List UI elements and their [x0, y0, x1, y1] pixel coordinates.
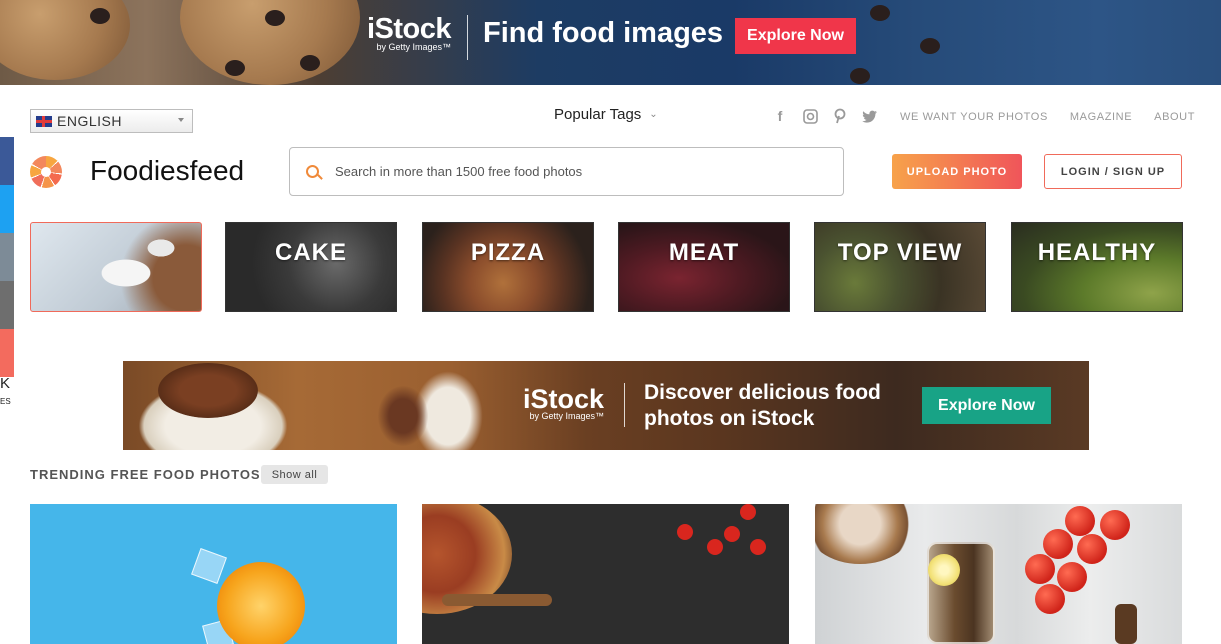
share-facebook-button[interactable] — [0, 137, 14, 185]
orange-slice-decoration — [217, 562, 305, 644]
upload-photo-button[interactable]: UPLOAD PHOTO — [892, 154, 1022, 189]
category-tile-top-view[interactable]: TOP VIEW — [814, 222, 986, 312]
istock-brand: iStock — [367, 13, 452, 45]
foodiesfeed-logo-icon[interactable] — [30, 156, 62, 188]
side-partial-text: K — [0, 375, 11, 392]
top-nav-links: WE WANT YOUR PHOTOS MAGAZINE ABOUT — [900, 111, 1195, 123]
trending-photo-pizza[interactable] — [422, 504, 789, 644]
chevron-down-icon — [178, 118, 184, 122]
spoon-decoration — [442, 594, 552, 606]
cookie-decoration — [0, 0, 130, 80]
language-label: ENGLISH — [57, 113, 122, 129]
mid-banner-headline-line2: photos on iStock — [644, 407, 815, 430]
tomato-decoration — [1057, 562, 1087, 592]
category-label: CAKE — [274, 239, 347, 266]
instagram-icon[interactable] — [802, 108, 818, 124]
popular-tags-label: Popular Tags — [554, 106, 642, 123]
popular-tags-dropdown[interactable]: Popular Tags ⌄ — [554, 106, 658, 123]
lemon-decoration — [928, 554, 960, 586]
facebook-icon[interactable]: f — [772, 108, 788, 124]
category-tile-pizza[interactable]: PIZZA — [422, 222, 594, 312]
trending-photo-orange[interactable] — [30, 504, 397, 644]
category-tile-cake[interactable]: CAKE — [225, 222, 397, 312]
nav-magazine-link[interactable]: MAGAZINE — [1070, 111, 1132, 123]
tomato-decoration — [1025, 554, 1055, 584]
tomato-decoration — [740, 504, 756, 520]
pinterest-icon[interactable] — [832, 108, 848, 124]
chocolate-chip-decoration — [90, 8, 110, 24]
tomato-decoration — [1077, 534, 1107, 564]
category-label: TOP VIEW — [837, 239, 963, 266]
chocolate-chip-decoration — [850, 68, 870, 84]
nav-about-link[interactable]: ABOUT — [1154, 111, 1195, 123]
twitter-icon[interactable] — [862, 108, 878, 124]
mid-banner-headline: Discover delicious food photos on iStock — [644, 380, 881, 432]
category-tile-healthy[interactable]: HEALTHY — [1011, 222, 1183, 312]
chevron-down-icon: ⌄ — [649, 109, 658, 120]
language-select[interactable]: ENGLISH — [30, 109, 193, 133]
banner-headline: Find food images — [483, 17, 724, 49]
category-tile-coffee[interactable] — [30, 222, 202, 312]
category-label: PIZZA — [470, 239, 546, 266]
site-name[interactable]: Foodiesfeed — [90, 155, 244, 187]
trending-section-title: TRENDING FREE FOOD PHOTOS — [30, 467, 261, 482]
mid-ad-banner[interactable]: iStock by Getty Images™ Discover delicio… — [123, 361, 1089, 450]
search-icon[interactable] — [306, 165, 319, 178]
share-more-button[interactable] — [0, 329, 14, 377]
tomato-decoration — [724, 526, 740, 542]
tomato-decoration — [1100, 510, 1130, 540]
pecan-decoration — [378, 386, 428, 446]
banner-divider — [624, 383, 625, 427]
chocolate-chip-decoration — [225, 60, 245, 76]
istock-brand-sub: by Getty Images™ — [529, 411, 605, 421]
top-ad-banner[interactable]: iStock by Getty Images™ Find food images… — [0, 0, 1221, 85]
search-box — [289, 147, 844, 196]
share-twitter-button[interactable] — [0, 185, 14, 233]
uk-flag-icon — [36, 115, 52, 127]
tomato-decoration — [750, 539, 766, 555]
share-linkedin-button[interactable] — [0, 281, 14, 329]
category-label: HEALTHY — [1037, 239, 1157, 266]
istock-brand-sub: by Getty Images™ — [376, 42, 452, 52]
pecan-decoration — [158, 363, 258, 418]
tomato-decoration — [707, 539, 723, 555]
login-signup-button[interactable]: LOGIN / SIGN UP — [1044, 154, 1182, 189]
side-partial-text: ES — [0, 397, 11, 406]
search-input[interactable] — [335, 164, 815, 179]
tomato-decoration — [1035, 584, 1065, 614]
show-all-button[interactable]: Show all — [261, 465, 328, 484]
mid-banner-explore-button[interactable]: Explore Now — [922, 387, 1051, 424]
istock-logo: iStock by Getty Images™ — [523, 385, 604, 421]
istock-brand: iStock — [523, 384, 605, 414]
chocolate-chip-decoration — [870, 5, 890, 21]
social-links: f — [772, 108, 878, 124]
istock-logo: iStock by Getty Images™ — [367, 13, 452, 52]
share-email-button[interactable] — [0, 233, 14, 281]
category-tile-meat[interactable]: MEAT — [618, 222, 790, 312]
banner-explore-button[interactable]: Explore Now — [735, 18, 856, 54]
nav-want-photos-link[interactable]: WE WANT YOUR PHOTOS — [900, 111, 1048, 123]
banner-divider — [467, 15, 468, 60]
tomato-decoration — [1065, 506, 1095, 536]
chocolate-chip-decoration — [300, 55, 320, 71]
chocolate-chip-decoration — [920, 38, 940, 54]
category-label: MEAT — [668, 239, 740, 266]
pepper-mill-decoration — [1115, 604, 1137, 644]
chocolate-chip-decoration — [265, 10, 285, 26]
tomato-decoration — [1043, 529, 1073, 559]
tomato-decoration — [677, 524, 693, 540]
ice-cube-decoration — [191, 548, 227, 584]
mid-banner-headline-line1: Discover delicious food — [644, 381, 881, 404]
bowl-decoration — [815, 504, 915, 564]
side-share-bar — [0, 137, 14, 377]
trending-photo-drink-tomatoes[interactable] — [815, 504, 1182, 644]
